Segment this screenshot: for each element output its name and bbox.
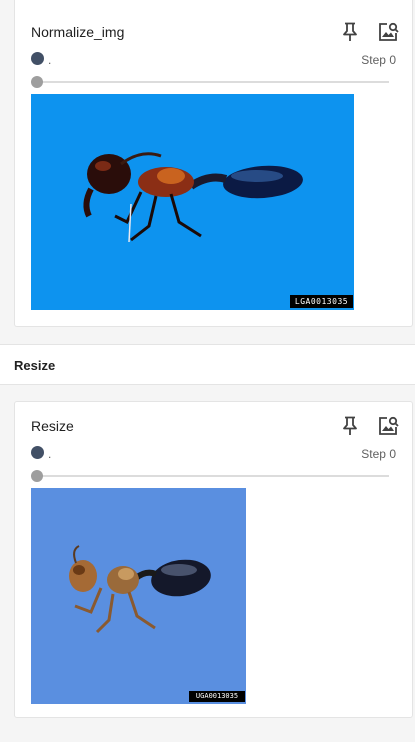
- slider-track: [37, 475, 389, 477]
- expand-image-icon[interactable]: [375, 19, 401, 45]
- section-header[interactable]: Resize: [0, 344, 415, 385]
- image-card-resize: Resize . Step 0 UGA0013035: [14, 401, 413, 718]
- step-slider[interactable]: [31, 76, 389, 88]
- image-stamp: LGA0013035: [294, 297, 349, 306]
- run-color-dot: [31, 52, 44, 65]
- step-label: Step 0: [361, 53, 396, 67]
- image-stamp: UGA0013035: [195, 692, 239, 700]
- pin-icon[interactable]: [337, 19, 363, 45]
- section-title: Resize: [14, 358, 56, 373]
- run-name: .: [48, 447, 52, 461]
- step-label: Step 0: [361, 447, 396, 461]
- image-preview[interactable]: LGA0013035: [31, 94, 354, 310]
- slider-track: [37, 81, 389, 83]
- run-name: .: [48, 53, 52, 67]
- step-slider[interactable]: [31, 470, 389, 482]
- image-preview[interactable]: UGA0013035: [31, 488, 246, 704]
- expand-image-icon[interactable]: [375, 413, 401, 439]
- image-card-normalize: Normalize_img . Step 0 LGA0013035: [14, 0, 413, 327]
- run-color-dot: [31, 446, 44, 459]
- pin-icon[interactable]: [337, 413, 363, 439]
- slider-thumb[interactable]: [31, 470, 43, 482]
- card-title: Resize: [31, 418, 74, 434]
- card-title: Normalize_img: [31, 24, 125, 40]
- slider-thumb[interactable]: [31, 76, 43, 88]
